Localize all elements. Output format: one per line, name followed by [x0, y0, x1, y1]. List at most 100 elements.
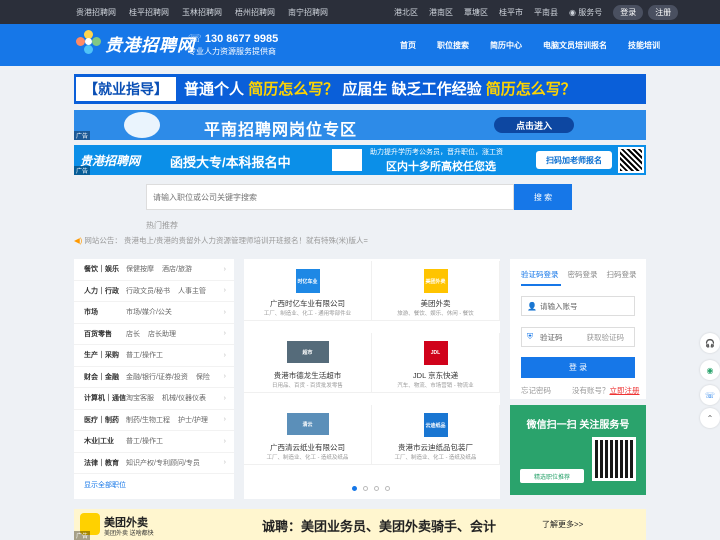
- category-item[interactable]: 制药/生物工程: [126, 415, 170, 425]
- region-link[interactable]: 平南县: [534, 7, 558, 18]
- category-row[interactable]: 木业|工业 普工/操作工 ›: [74, 431, 234, 453]
- company-card[interactable]: 清云 广西清云纸业有限公司 工厂、制造业、化工 - 造纸及纸品: [244, 405, 372, 465]
- category-row[interactable]: 百货零售 店长 店长助理 ›: [74, 324, 234, 345]
- category-item[interactable]: 机械/仪器仪表: [162, 393, 206, 403]
- city-link[interactable]: 南宁招聘网: [288, 7, 328, 18]
- category-item[interactable]: 保险: [196, 372, 210, 382]
- company-card[interactable]: 时亿车业 广西时亿车业有限公司 工厂、制造业、化工 - 通用零部件业: [244, 261, 372, 321]
- banner-meituan[interactable]: 美团外卖 美团外卖 送啥都快 诚聘：美团业务员、美团外卖骑手、会计 了解更多>>…: [74, 509, 646, 540]
- category-item[interactable]: 行政文员/秘书: [126, 286, 170, 296]
- category-name[interactable]: 百货零售: [84, 329, 126, 339]
- category-item[interactable]: 护士/护理: [178, 415, 208, 425]
- register-link[interactable]: 立即注册: [610, 386, 640, 395]
- category-row[interactable]: 市场 市场/媒介/公关 ›: [74, 302, 234, 324]
- tab-password-login[interactable]: 密码登录: [568, 269, 598, 280]
- banner-degree-enroll[interactable]: 贵港招聘网 函授大专/本科报名中 助力提升学历考公务员，晋升职位，涨工资 区内十…: [74, 145, 646, 175]
- tab-qr-login[interactable]: 扫码登录: [607, 269, 637, 280]
- wechat-float-icon[interactable]: ◉: [700, 360, 720, 380]
- category-item[interactable]: 店长: [126, 329, 140, 339]
- wechat-icon: ◉: [569, 7, 576, 17]
- category-name[interactable]: 医疗｜制药: [84, 415, 126, 425]
- category-item[interactable]: 店长助理: [148, 329, 176, 339]
- city-link[interactable]: 玉林招聘网: [182, 7, 222, 18]
- scan-signup-button[interactable]: 扫码加老师报名: [536, 151, 612, 169]
- carousel-dot[interactable]: [385, 486, 390, 491]
- company-name[interactable]: 广西时亿车业有限公司: [244, 298, 371, 309]
- city-link[interactable]: 梧州招聘网: [235, 7, 275, 18]
- category-item[interactable]: 保健按摩: [126, 264, 154, 274]
- category-row[interactable]: 计算机｜通信 淘宝客服 机械/仪器仪表 ›: [74, 388, 234, 410]
- company-card[interactable]: 云迪纸品 贵港市云迪纸品包装厂 工厂、制造业、化工 - 造纸及纸品: [372, 405, 500, 465]
- category-item[interactable]: 酒店/旅游: [162, 264, 192, 274]
- tab-sms-login[interactable]: 验证码登录: [521, 269, 559, 280]
- category-item[interactable]: 知识产权/专利顾问/专员: [126, 458, 200, 468]
- company-card[interactable]: 美团外卖 美团外卖 旅游、餐饮、娱乐、休闲 - 餐饮: [372, 261, 500, 321]
- company-name[interactable]: 贵港市云迪纸品包装厂: [372, 442, 499, 453]
- region-links: 港北区 港南区 覃塘区 桂平市 平南县 ◉ 服务号 登录 注册: [394, 0, 679, 24]
- banner-resume-guide[interactable]: 【就业指导】 普通个人 简历怎么写？ 应届生 缺乏工作经验 简历怎么写？: [74, 74, 646, 104]
- carousel-dot[interactable]: [352, 486, 357, 491]
- back-to-top-icon[interactable]: ⌃: [700, 408, 720, 428]
- city-link[interactable]: 桂平招聘网: [129, 7, 169, 18]
- category-row[interactable]: 人力｜行政 行政文员/秘书 人事主管 ›: [74, 281, 234, 302]
- category-name[interactable]: 财会｜金融: [84, 372, 126, 382]
- phone-float-icon[interactable]: ☏: [700, 385, 720, 405]
- nav-clerk-training[interactable]: 电脑文员培训报名: [543, 40, 607, 51]
- company-name[interactable]: JDL 京东快递: [372, 370, 499, 381]
- search-input[interactable]: [146, 184, 514, 210]
- category-row[interactable]: 餐饮｜娱乐 保健按摩 酒店/旅游 ›: [74, 259, 234, 281]
- company-card[interactable]: 超市 贵港市德龙生活超市 日用品、百货 - 百货批发零售: [244, 333, 372, 393]
- category-name[interactable]: 法律｜教育: [84, 458, 126, 468]
- carousel-dot[interactable]: [363, 486, 368, 491]
- nav-skill-training[interactable]: 技能培训: [628, 40, 660, 51]
- category-item[interactable]: 普工/操作工: [126, 350, 163, 360]
- region-link[interactable]: 港南区: [429, 7, 453, 18]
- category-name[interactable]: 木业|工业: [84, 436, 126, 446]
- category-row[interactable]: 生产｜采购 普工/操作工 ›: [74, 345, 234, 367]
- banner-pingnan-zone[interactable]: 平南招聘网岗位专区 点击进入 广告: [74, 110, 646, 140]
- company-name[interactable]: 广西清云纸业有限公司: [244, 442, 371, 453]
- company-card[interactable]: JDL JDL 京东快递 汽车、物流、市场营销 - 物流业: [372, 333, 500, 393]
- category-row[interactable]: 财会｜金融 金融/银行/证券/投资 保险 ›: [74, 367, 234, 388]
- category-name[interactable]: 计算机｜通信: [84, 393, 126, 403]
- learn-more-link[interactable]: 了解更多>>: [542, 519, 583, 530]
- job-recommend-button[interactable]: 精选职位推荐: [520, 469, 584, 483]
- region-link[interactable]: 港北区: [394, 7, 418, 18]
- register-button[interactable]: 注册: [648, 4, 679, 20]
- login-submit-button[interactable]: 登 录: [521, 357, 635, 378]
- category-name[interactable]: 生产｜采购: [84, 350, 126, 360]
- category-item[interactable]: 金融/银行/证券/投资: [126, 372, 188, 382]
- service-account-link[interactable]: ◉ 服务号: [569, 7, 602, 18]
- nav-home[interactable]: 首页: [400, 40, 416, 51]
- site-logo[interactable]: 贵港招聘网: [76, 30, 195, 56]
- account-field[interactable]: 👤 请输入账号: [521, 296, 635, 316]
- forgot-password-link[interactable]: 忘记密码: [521, 385, 551, 396]
- banner-enter-button[interactable]: 点击进入: [494, 117, 574, 133]
- company-name[interactable]: 贵港市德龙生活超市: [244, 370, 371, 381]
- category-item[interactable]: 普工/操作工: [126, 436, 163, 446]
- carousel-dot[interactable]: [374, 486, 379, 491]
- region-link[interactable]: 桂平市: [499, 7, 523, 18]
- category-item[interactable]: 淘宝客服: [126, 393, 154, 403]
- region-link[interactable]: 覃塘区: [464, 7, 488, 18]
- category-item[interactable]: 人事主管: [178, 286, 206, 296]
- category-row[interactable]: 法律｜教育 知识产权/专利顾问/专员 ›: [74, 453, 234, 474]
- banner-text: 缺乏工作经验: [391, 81, 482, 98]
- get-code-button[interactable]: 获取验证码: [587, 332, 625, 343]
- category-name[interactable]: 市场: [84, 307, 126, 317]
- code-field[interactable]: ⛨ 验证码 获取验证码: [521, 327, 635, 347]
- category-item[interactable]: 市场/媒介/公关: [126, 307, 172, 317]
- company-name[interactable]: 美团外卖: [372, 298, 499, 309]
- banner-text: 简历怎么写？: [248, 81, 339, 98]
- show-all-jobs-link[interactable]: 显示全部职位: [74, 480, 234, 490]
- nav-job-search[interactable]: 职位搜索: [437, 40, 469, 51]
- category-name[interactable]: 餐饮｜娱乐: [84, 264, 126, 274]
- category-name[interactable]: 人力｜行政: [84, 286, 126, 296]
- city-link[interactable]: 贵港招聘网: [76, 7, 116, 18]
- site-notice[interactable]: ◀) 网站公告： 贵港电上/贵港的贵留外人力资源管理师培训开班报名！就有特殊(米…: [74, 236, 434, 246]
- category-row[interactable]: 医疗｜制药 制药/生物工程 护士/护理 ›: [74, 410, 234, 431]
- login-button[interactable]: 登录: [613, 4, 644, 20]
- search-button[interactable]: 搜 索: [514, 184, 572, 210]
- headset-icon[interactable]: 🎧: [700, 333, 720, 353]
- nav-resume-center[interactable]: 简历中心: [490, 40, 522, 51]
